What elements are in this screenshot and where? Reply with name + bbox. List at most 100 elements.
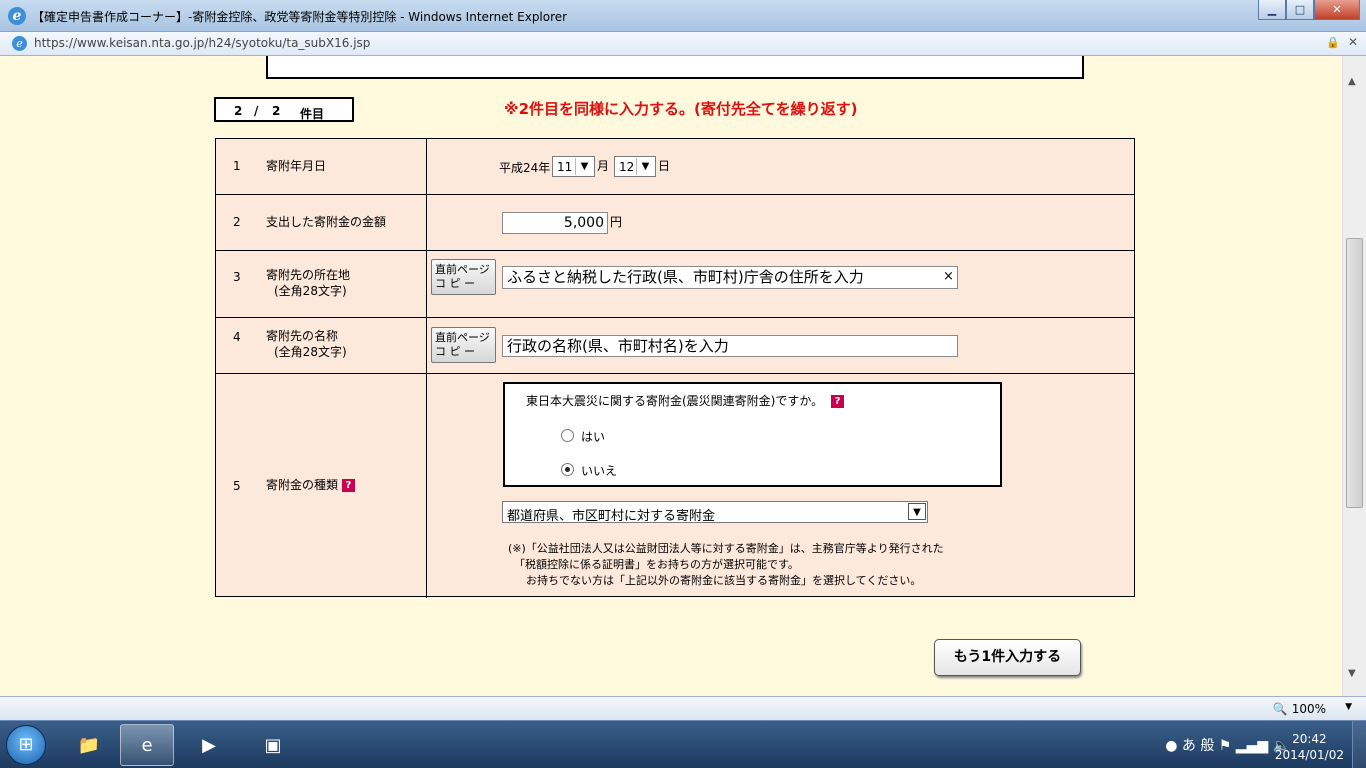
previous-section-box <box>266 56 1084 79</box>
ime-mode[interactable]: 般 <box>1200 738 1214 754</box>
app-taskbar-icon[interactable]: ▣ <box>246 724 300 766</box>
input-cell: 直前ページ コ ピ ー 行政の名称(県、市町村名)を入力 <box>428 318 1134 373</box>
count-separator: / <box>254 104 259 118</box>
count-current: 2 <box>234 104 243 118</box>
radio-yes[interactable] <box>561 429 574 442</box>
lock-icon[interactable]: 🔒 <box>1326 36 1340 49</box>
clock-date: 2014/01/02 <box>1274 748 1344 762</box>
input-cell: 直前ページ コ ピ ー ふるさと納税した行政(県、市町村)庁舎の住所を入力 × <box>428 251 1134 317</box>
row-label: 支出した寄附金の金額 <box>266 215 387 229</box>
window-controls: ▁ □ ✕ <box>1258 0 1360 20</box>
row-number: 1 <box>233 159 241 173</box>
zoom-dropdown-icon[interactable]: ▼ <box>1345 702 1352 712</box>
stop-icon[interactable]: ✕ <box>1348 35 1358 49</box>
status-bar: 🔍 100% ▼ <box>0 696 1366 720</box>
note-line-1: (※)「公益社団法人又は公益財団法人等に対する寄附金」は、主務官庁等より発行され… <box>508 542 944 555</box>
page-favicon-icon: e <box>12 36 27 51</box>
clock[interactable]: 20:42 2014/01/02 <box>1275 731 1344 763</box>
page-content: 2 / 2 件目 ※2件目を同様に入力する。(寄付先全てを繰り返す) 1 寄附年… <box>0 56 1342 696</box>
copy-previous-name-button[interactable]: 直前ページ コ ピ ー <box>431 327 496 363</box>
row-donation-type: 5 寄附金の種類 ? 東日本大震災に関する寄附金(震災関連寄附金)ですか。 ? … <box>216 374 1134 598</box>
input-cell: 東日本大震災に関する寄附金(震災関連寄附金)ですか。 ? はい いいえ 都道府県… <box>428 374 1134 598</box>
copy-previous-address-button[interactable]: 直前ページ コ ピ ー <box>431 259 496 295</box>
explorer-taskbar-icon[interactable]: 📁 <box>62 724 116 766</box>
window-title: 【確定申告書作成コーナー】-寄附金控除、政党等寄附金等特別控除 - Window… <box>32 10 568 24</box>
ime-hiragana[interactable]: あ <box>1182 738 1196 754</box>
minimize-button[interactable]: ▁ <box>1258 0 1286 20</box>
vertical-scrollbar[interactable]: ▲ ▼ <box>1342 56 1366 696</box>
maximize-button[interactable]: □ <box>1286 0 1314 20</box>
label-cell: 5 寄附金の種類 ? <box>216 374 427 598</box>
count-total: 2 <box>272 104 281 118</box>
entry-counter: 2 / 2 件目 <box>214 97 354 122</box>
title-bar: e 【確定申告書作成コーナー】-寄附金控除、政党等寄附金等特別控除 - Wind… <box>0 0 1366 32</box>
row-label: 寄附年月日 <box>266 159 327 173</box>
help-icon[interactable]: ? <box>830 395 844 408</box>
scroll-down-icon[interactable]: ▼ <box>1348 668 1356 679</box>
row-number: 3 <box>233 270 241 284</box>
name-input[interactable]: 行政の名称(県、市町村名)を入力 <box>502 335 958 357</box>
row-label: 寄附先の名称 <box>266 329 339 343</box>
start-button[interactable]: ⊞ <box>6 725 46 765</box>
address-bar: e https://www.keisan.nta.go.jp/h24/syoto… <box>0 32 1366 56</box>
url-field[interactable]: https://www.keisan.nta.go.jp/h24/syotoku… <box>34 36 370 50</box>
clear-input-icon[interactable]: × <box>943 269 954 284</box>
label-cell: 2 支出した寄附金の金額 <box>216 195 427 250</box>
amount-unit: 円 <box>610 215 623 229</box>
row-sublabel: (全角28文字) <box>274 345 347 359</box>
chevron-down-icon: ▼ <box>575 158 593 175</box>
label-cell: 1 寄附年月日 <box>216 139 427 194</box>
scroll-thumb[interactable] <box>1346 238 1363 508</box>
close-button[interactable]: ✕ <box>1314 0 1360 20</box>
donation-type-select[interactable]: 都道府県、市区町村に対する寄附金 ▼ <box>502 501 928 524</box>
clock-time: 20:42 <box>1292 732 1327 746</box>
donation-form-table: 1 寄附年月日 平成24年 11 ▼ 月 12 ▼ 日 2 支出した寄附金の金額… <box>215 138 1135 598</box>
amount-input[interactable]: 5,000 <box>502 212 608 234</box>
day-select[interactable]: 12 ▼ <box>614 156 656 177</box>
row-recipient-address: 3 寄附先の所在地 (全角28文字) 直前ページ コ ピ ー ふるさと納税した行… <box>216 251 1134 318</box>
disaster-question: 東日本大震災に関する寄附金(震災関連寄附金)ですか。 ? <box>526 392 844 409</box>
input-cell: 平成24年 11 ▼ 月 12 ▼ 日 <box>428 139 1134 194</box>
count-suffix: 件目 <box>300 107 325 121</box>
help-icon[interactable]: ? <box>341 479 355 492</box>
row-recipient-name: 4 寄附先の名称 (全角28文字) 直前ページ コ ピ ー 行政の名称(県、市町… <box>216 318 1134 374</box>
row-donation-amount: 2 支出した寄附金の金額 5,000 円 <box>216 195 1134 251</box>
era-label: 平成24年 <box>499 161 551 175</box>
media-player-taskbar-icon[interactable]: ▶ <box>182 724 236 766</box>
input-cell: 5,000 円 <box>428 195 1134 250</box>
zoom-level[interactable]: 🔍 100% <box>1273 702 1326 716</box>
note-line-2: 「税額控除に係る証明書」をお持ちの方が選択可能です。 <box>514 558 799 571</box>
instruction-notice: ※2件目を同様に入力する。(寄付先全てを繰り返す) <box>504 100 858 118</box>
add-another-entry-button[interactable]: もう1件入力する <box>934 639 1081 676</box>
ie-taskbar-icon[interactable]: e <box>120 724 174 766</box>
system-tray: ● あ 般 ⚑ ▂▄▆ 🔈 <box>1165 735 1290 755</box>
label-cell: 3 寄附先の所在地 (全角28文字) <box>216 251 427 317</box>
row-label: 寄附先の所在地 <box>266 268 351 282</box>
radio-yes-label: はい <box>581 430 606 444</box>
chevron-down-icon: ▼ <box>636 158 654 175</box>
radio-no-label: いいえ <box>581 464 618 478</box>
disaster-question-box: 東日本大震災に関する寄附金(震災関連寄附金)ですか。 ? はい いいえ <box>503 382 1002 487</box>
row-label: 寄附金の種類 <box>266 478 339 492</box>
note-line-3: お持ちでない方は「上記以外の寄附金に該当する寄附金」を選択してください。 <box>526 574 922 587</box>
chevron-down-icon: ▼ <box>908 503 926 520</box>
ime-icon[interactable]: ● <box>1165 738 1177 754</box>
radio-no[interactable] <box>561 463 574 476</box>
tray-network-icon[interactable]: ▂▄▆ <box>1236 738 1268 754</box>
tray-flag-icon[interactable]: ⚑ <box>1219 738 1232 754</box>
month-unit: 月 <box>597 159 610 173</box>
row-number: 4 <box>233 330 241 344</box>
ie-app-icon: e <box>8 7 26 25</box>
taskbar: ⊞ 📁 e ▶ ▣ ● あ 般 ⚑ ▂▄▆ 🔈 20:42 2014/01/02 <box>0 720 1366 768</box>
row-number: 2 <box>233 215 241 229</box>
address-input[interactable]: ふるさと納税した行政(県、市町村)庁舎の住所を入力 <box>502 266 958 289</box>
row-number: 5 <box>233 479 241 493</box>
scroll-up-icon[interactable]: ▲ <box>1348 76 1356 87</box>
row-label-group: 寄附金の種類 ? <box>266 477 355 493</box>
day-unit: 日 <box>658 159 671 173</box>
show-desktop-button[interactable] <box>1352 721 1366 768</box>
label-cell: 4 寄附先の名称 (全角28文字) <box>216 318 427 373</box>
row-sublabel: (全角28文字) <box>274 284 347 298</box>
month-select[interactable]: 11 ▼ <box>552 156 595 177</box>
zoom-icon: 🔍 <box>1272 702 1288 716</box>
